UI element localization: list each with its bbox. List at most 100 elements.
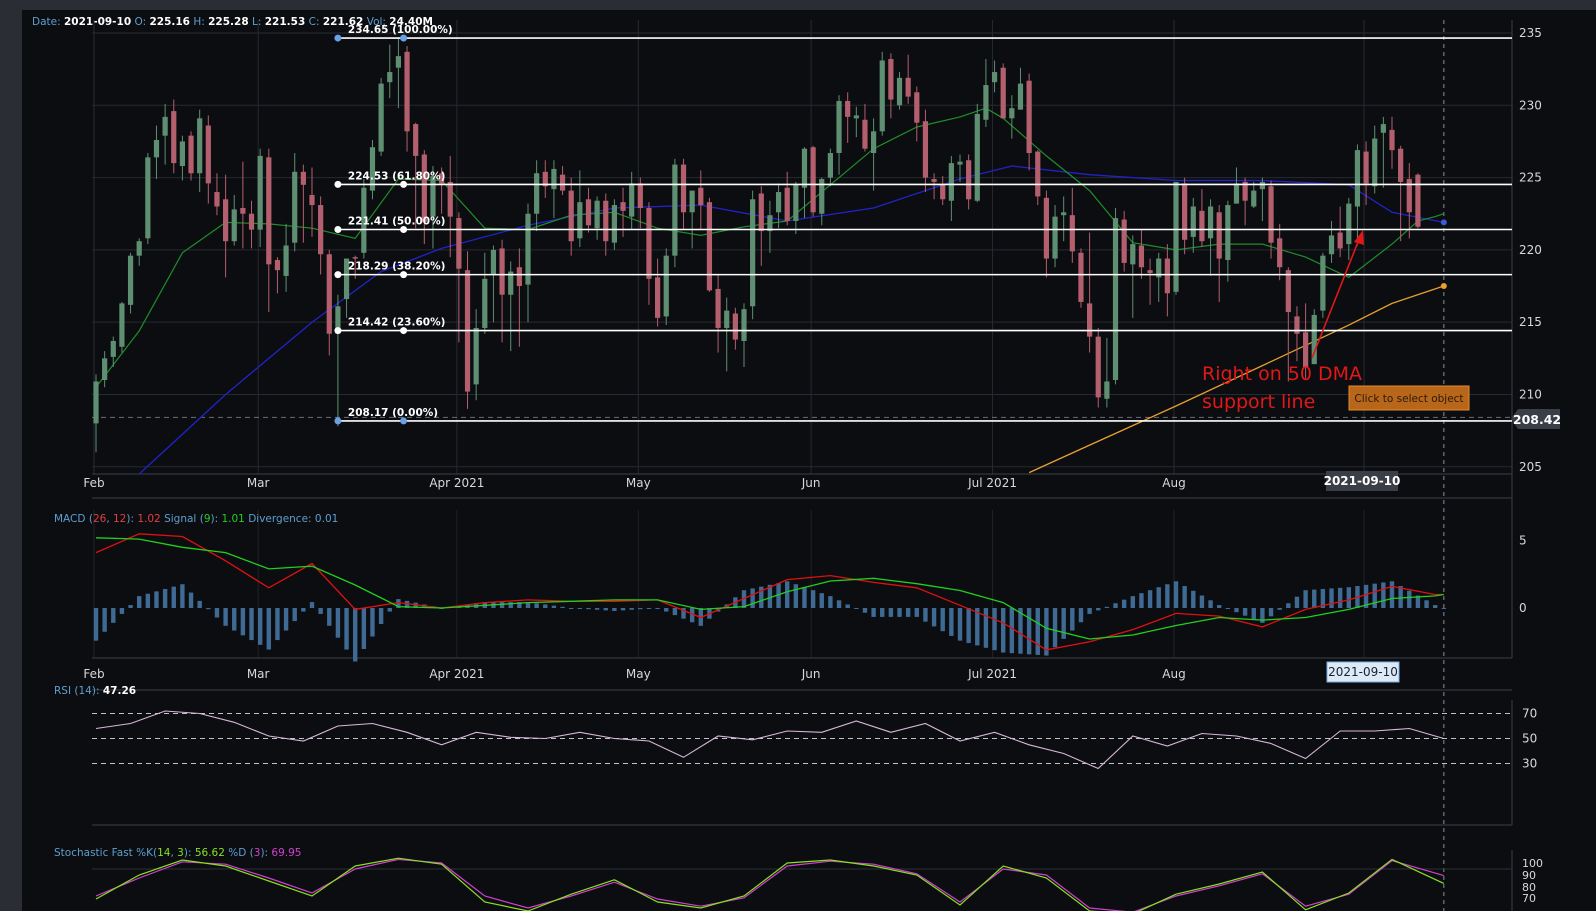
candle-body[interactable]: [326, 254, 332, 334]
candle-body[interactable]: [1121, 219, 1127, 263]
candle-body[interactable]: [136, 241, 142, 256]
candle-body[interactable]: [516, 267, 522, 287]
candle-body[interactable]: [914, 92, 920, 123]
candle-body[interactable]: [1225, 205, 1231, 261]
candle-body[interactable]: [663, 255, 669, 317]
candle-body[interactable]: [102, 358, 108, 381]
candle-body[interactable]: [413, 124, 419, 156]
candle-body[interactable]: [257, 155, 263, 230]
candle-body[interactable]: [395, 56, 401, 68]
chart-svg[interactable]: Date: 2021-09-10 O: 225.16 H: 225.28 L: …: [22, 10, 1596, 911]
candle-body[interactable]: [853, 115, 859, 119]
candle-body[interactable]: [1182, 183, 1188, 240]
candle-body[interactable]: [1285, 270, 1291, 313]
candle-body[interactable]: [309, 194, 315, 206]
candle-body[interactable]: [991, 72, 998, 83]
candle-body[interactable]: [905, 77, 911, 97]
candle-body[interactable]: [672, 164, 678, 256]
fib-handle[interactable]: [334, 180, 342, 188]
candle-body[interactable]: [896, 77, 903, 106]
candle-body[interactable]: [292, 171, 298, 243]
candle-body[interactable]: [957, 161, 963, 165]
candle-body[interactable]: [879, 60, 885, 132]
candle-body[interactable]: [922, 121, 929, 178]
candle-body[interactable]: [948, 163, 954, 201]
candle-body[interactable]: [197, 118, 203, 174]
candle-body[interactable]: [1337, 232, 1343, 249]
candle-body[interactable]: [577, 202, 583, 239]
candle-body[interactable]: [698, 187, 704, 206]
candle-body[interactable]: [188, 135, 194, 174]
fib-handle[interactable]: [334, 417, 342, 425]
candle-body[interactable]: [888, 59, 894, 100]
candle-body[interactable]: [758, 193, 764, 232]
candle-body[interactable]: [715, 288, 721, 328]
candle-body[interactable]: [145, 157, 151, 239]
candle-body[interactable]: [119, 303, 125, 347]
candle-body[interactable]: [499, 248, 505, 295]
candle-body[interactable]: [1035, 151, 1041, 197]
candle-body[interactable]: [862, 119, 868, 149]
candle-body[interactable]: [1354, 150, 1361, 207]
candle-body[interactable]: [378, 83, 384, 152]
candle-body[interactable]: [1069, 215, 1075, 252]
candle-body[interactable]: [1268, 186, 1274, 243]
candle-body[interactable]: [1164, 258, 1170, 294]
candle-body[interactable]: [283, 245, 289, 276]
candle-body[interactable]: [1087, 303, 1093, 337]
candle-body[interactable]: [171, 111, 177, 164]
candle-body[interactable]: [110, 340, 116, 357]
candle-body[interactable]: [1130, 244, 1136, 265]
candle-body[interactable]: [447, 181, 453, 217]
candle-body[interactable]: [801, 148, 808, 188]
candle-body[interactable]: [1328, 235, 1335, 255]
fib-handle[interactable]: [334, 271, 342, 279]
candle-body[interactable]: [318, 205, 324, 255]
candle-body[interactable]: [1398, 148, 1404, 182]
candle-body[interactable]: [1043, 197, 1049, 259]
candle-body[interactable]: [1112, 218, 1119, 381]
candle-body[interactable]: [1009, 108, 1015, 119]
candle-body[interactable]: [352, 257, 358, 259]
candle-body[interactable]: [741, 309, 747, 341]
fib-handle[interactable]: [334, 327, 342, 335]
candle-body[interactable]: [646, 207, 652, 279]
candle-body[interactable]: [1138, 245, 1145, 268]
candle-body[interactable]: [1346, 203, 1352, 245]
candle-body[interactable]: [724, 310, 730, 328]
candle-body[interactable]: [153, 140, 160, 158]
candle-body[interactable]: [1259, 181, 1265, 190]
candle-body[interactable]: [551, 168, 557, 190]
candle-body[interactable]: [127, 255, 134, 305]
candle-body[interactable]: [1190, 206, 1196, 237]
candle-body[interactable]: [810, 147, 816, 213]
candle-body[interactable]: [248, 213, 255, 230]
candle-body[interactable]: [490, 249, 497, 275]
candle-body[interactable]: [655, 277, 661, 318]
candle-body[interactable]: [845, 100, 851, 117]
candle-body[interactable]: [1233, 183, 1240, 204]
candle-body[interactable]: [1303, 332, 1309, 368]
candle-body[interactable]: [274, 260, 281, 271]
candle-body[interactable]: [1147, 270, 1153, 274]
candle-body[interactable]: [179, 141, 185, 167]
candle-body[interactable]: [1052, 216, 1058, 259]
candle-body[interactable]: [1251, 190, 1257, 207]
candle-body[interactable]: [585, 199, 592, 226]
candle-body[interactable]: [836, 100, 842, 154]
candle-body[interactable]: [482, 278, 488, 328]
candle-body[interactable]: [266, 157, 272, 265]
candle-body[interactable]: [1415, 174, 1421, 227]
candle-body[interactable]: [1277, 238, 1283, 268]
candle-body[interactable]: [620, 202, 626, 211]
candle-body[interactable]: [1320, 255, 1326, 311]
candle-body[interactable]: [637, 183, 643, 208]
candle-body[interactable]: [983, 85, 989, 120]
candle-body[interactable]: [966, 160, 972, 200]
select-object-tooltip[interactable]: Click to select object: [1348, 385, 1470, 411]
candle-body[interactable]: [1026, 80, 1032, 154]
fib-handle[interactable]: [334, 34, 342, 42]
candle-body[interactable]: [793, 184, 799, 221]
candle-body[interactable]: [93, 381, 99, 424]
candle-body[interactable]: [1380, 124, 1386, 133]
